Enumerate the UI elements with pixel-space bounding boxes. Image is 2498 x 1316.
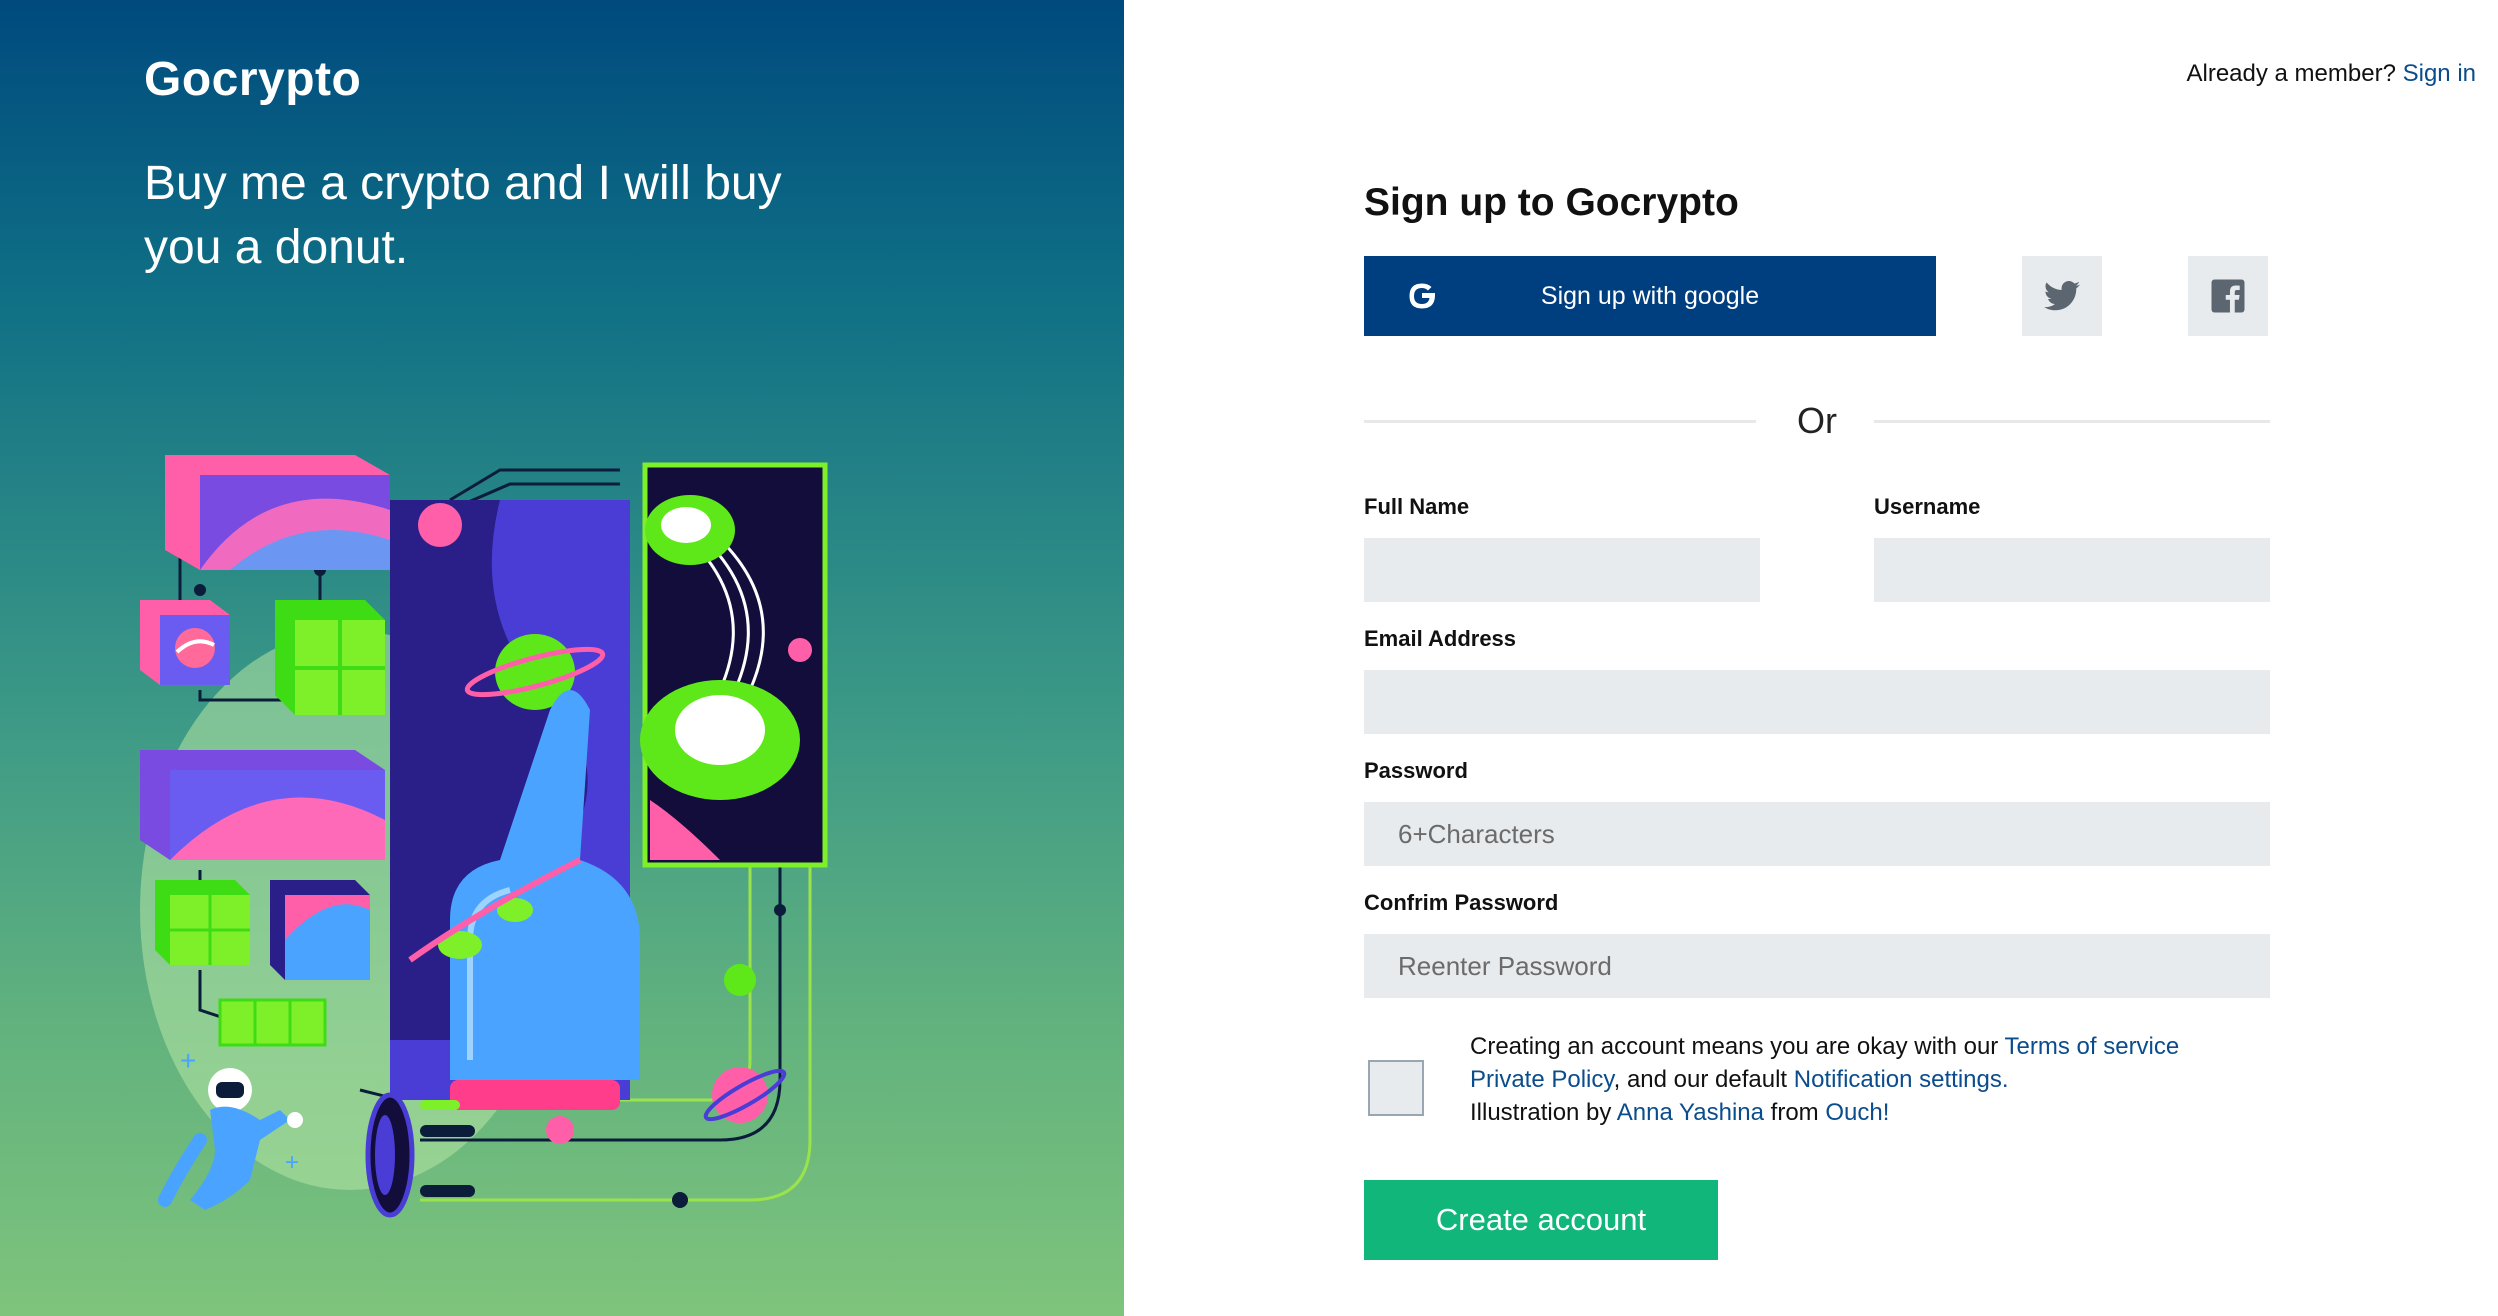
full-name-group: Full Name [1364, 492, 1760, 602]
google-icon [1409, 283, 1435, 309]
full-name-input[interactable] [1364, 538, 1760, 602]
divider-line-right [1874, 420, 2270, 423]
illustration-from: from [1770, 1099, 1819, 1126]
crypto-illustration: + + [140, 455, 828, 1218]
password-group: Password [1364, 756, 2270, 866]
signup-form: Sign up to Gocrypto Sign up with google … [1364, 180, 2270, 1260]
ouch-link[interactable]: Ouch! [1825, 1099, 1889, 1126]
social-signup-row: Sign up with google [1364, 256, 2270, 336]
facebook-icon [2211, 279, 2245, 313]
notification-settings-link[interactable]: Notification settings. [1794, 1066, 2009, 1093]
terms-row: Creating an account means you are okay w… [1364, 1030, 2270, 1150]
or-divider: Or [1364, 390, 2270, 450]
twitter-icon [2044, 281, 2080, 311]
terms-checkbox[interactable] [1368, 1060, 1424, 1116]
google-signup-button[interactable]: Sign up with google [1364, 256, 1936, 336]
hero-panel: Gocrypto Buy me a crypto and I will buy … [0, 0, 1124, 1316]
facebook-signup-button[interactable] [2188, 256, 2268, 336]
terms-of-service-link[interactable]: Terms of service [2005, 1033, 2180, 1060]
google-signup-label: Sign up with google [1540, 281, 1760, 310]
confirm-password-input[interactable] [1364, 934, 2270, 998]
create-account-button[interactable]: Create account [1364, 1180, 1718, 1260]
sign-in-link[interactable]: Sign in [2403, 60, 2476, 87]
privacy-policy-link[interactable]: Private Policy [1470, 1066, 1614, 1093]
username-label: Username [1874, 494, 1981, 519]
hero-tagline: Buy me a crypto and I will buy you a don… [144, 157, 782, 274]
twitter-signup-button[interactable] [2022, 256, 2102, 336]
signin-prompt: Already a member? Sign in [2187, 60, 2477, 88]
confirm-password-label: Confrim Password [1364, 890, 1559, 915]
name-row: Full Name Username [1364, 492, 2270, 602]
illustrator-link[interactable]: Anna Yashina [1617, 1099, 1764, 1126]
full-name-label: Full Name [1364, 494, 1470, 519]
svg-text:+: + [180, 1045, 196, 1076]
email-group: Email Address [1364, 624, 2270, 734]
password-input[interactable] [1364, 802, 2270, 866]
terms-text: Creating an account means you are okay w… [1470, 1030, 2230, 1129]
username-group: Username [1874, 492, 2270, 602]
svg-text:+: + [285, 1149, 299, 1176]
terms-intro: Creating an account means you are okay w… [1470, 1033, 1999, 1060]
terms-middle: , and our default [1613, 1066, 1788, 1093]
confirm-password-group: Confrim Password [1364, 888, 2270, 998]
form-title: Sign up to Gocrypto [1364, 181, 1739, 224]
email-input[interactable] [1364, 670, 2270, 734]
email-label: Email Address [1364, 626, 1517, 651]
already-member-text: Already a member? [2186, 60, 2396, 87]
password-label: Password [1364, 758, 1468, 783]
illustration-credit-prefix: Illustration by [1470, 1099, 1612, 1126]
brand-logo: Gocrypto [144, 53, 362, 106]
username-input[interactable] [1874, 538, 2270, 602]
